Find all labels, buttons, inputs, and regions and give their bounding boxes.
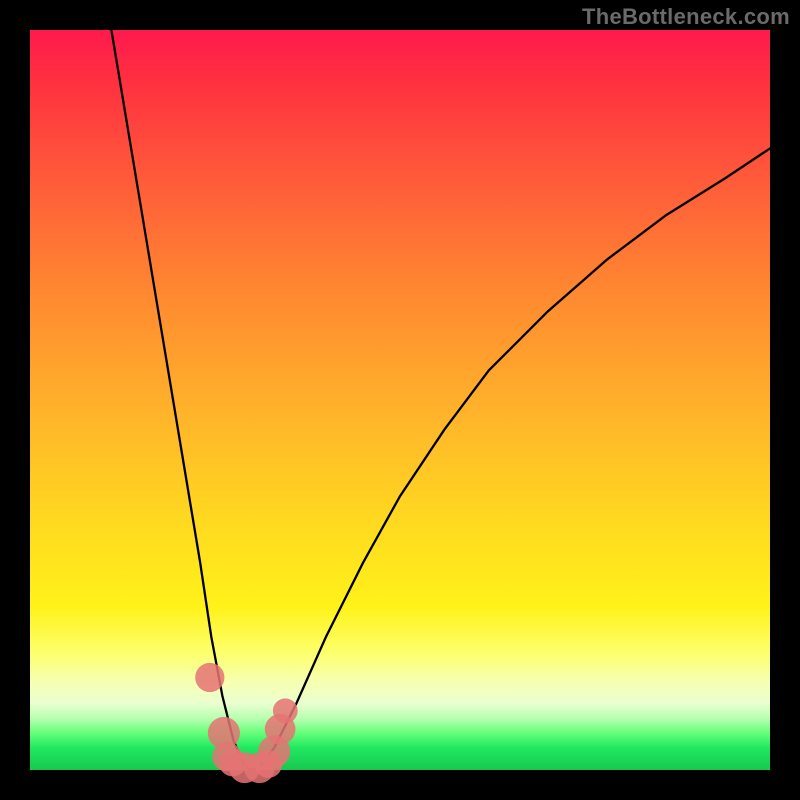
marker-dots [195, 663, 298, 783]
bottleneck-curve [111, 30, 770, 770]
chart-frame: TheBottleneck.com [0, 0, 800, 800]
marker-dot [195, 663, 224, 692]
watermark-text: TheBottleneck.com [582, 4, 790, 30]
curve-layer [30, 30, 770, 770]
plot-area [30, 30, 770, 770]
marker-dot [273, 698, 298, 723]
